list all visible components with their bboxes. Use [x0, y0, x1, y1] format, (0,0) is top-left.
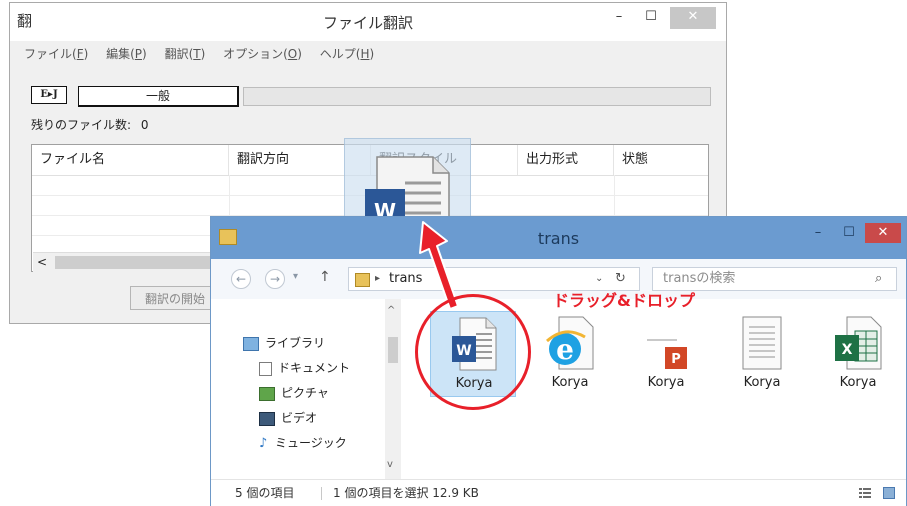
scroll-up-icon[interactable]: ^ — [387, 305, 395, 316]
breadcrumb-path[interactable]: trans — [389, 268, 422, 290]
selection-info: 1 個の項目を選択 12.9 KB — [333, 486, 479, 500]
nav-item-library[interactable]: ライブラリ — [243, 333, 325, 353]
close-button[interactable]: ✕ — [670, 7, 716, 29]
details-view-icon[interactable] — [859, 487, 871, 499]
menu-translate[interactable]: 翻訳(T) — [165, 43, 206, 65]
svg-text:P: P — [671, 352, 681, 367]
nav-item-documents[interactable]: ドキュメント — [259, 358, 350, 378]
breadcrumb-separator: ▸ — [375, 273, 381, 284]
back-button[interactable]: ← — [231, 269, 251, 289]
remaining-files: 残りのファイル数: 0 — [31, 116, 149, 133]
library-icon — [243, 336, 259, 351]
up-icon[interactable]: ↑ — [319, 269, 331, 285]
file-item-excel[interactable]: X Korya — [815, 311, 901, 397]
svg-text:X: X — [842, 342, 853, 358]
nav-item-videos[interactable]: ビデオ — [259, 408, 317, 428]
file-item-ie[interactable]: e Korya — [527, 311, 613, 397]
file-name: Korya — [647, 375, 685, 390]
remaining-label: 残りのファイル数: — [31, 118, 132, 132]
scroll-thumb[interactable] — [55, 256, 235, 269]
explorer-close-button[interactable]: ✕ — [865, 223, 901, 243]
svg-text:e: e — [556, 333, 574, 366]
menu-bar: ファイル(F) 編集(P) 翻訳(T) オプション(O) ヘルプ(H) — [10, 43, 726, 65]
nav-item-music[interactable]: ♪ ミュージック — [259, 433, 347, 453]
large-icons-view-icon[interactable] — [883, 487, 895, 499]
nav-item-pictures[interactable]: ピクチャ — [259, 383, 329, 403]
music-icon: ♪ — [259, 435, 268, 451]
maximize-button[interactable]: ☐ — [638, 7, 664, 29]
start-translation-button[interactable]: 翻訳の開始 — [130, 286, 220, 310]
file-item-text[interactable]: Korya — [719, 311, 805, 397]
video-icon — [259, 411, 275, 426]
scroll-down-icon[interactable]: v — [387, 459, 393, 470]
menu-help[interactable]: ヘルプ(H) — [320, 43, 374, 65]
explorer-minimize-button[interactable]: – — [805, 223, 831, 245]
minimize-button[interactable]: – — [606, 7, 632, 29]
column-filename[interactable]: ファイル名 — [32, 145, 229, 175]
highlight-circle — [415, 294, 531, 410]
search-icon[interactable]: ⌕ — [875, 268, 882, 290]
powerpoint-icon: P — [647, 339, 687, 369]
text-file-icon — [742, 316, 782, 370]
drag-drop-label: ドラッグ&ドロップ — [553, 291, 695, 310]
scroll-thumb[interactable] — [388, 337, 398, 363]
progress-bar — [243, 87, 711, 106]
recent-dropdown-icon[interactable]: ▾ — [293, 271, 298, 282]
remaining-count: 0 — [140, 118, 149, 132]
folder-icon — [355, 273, 370, 287]
nav-scrollbar[interactable]: ^ v — [385, 299, 401, 479]
menu-file[interactable]: ファイル(F) — [24, 43, 88, 65]
explorer-title: trans — [537, 229, 580, 248]
forward-button[interactable]: → — [265, 269, 285, 289]
navigation-pane: ライブラリ ドキュメント ピクチャ ビデオ ♪ ミュージック ^ v — [211, 299, 401, 479]
column-format[interactable]: 出力形式 — [518, 145, 614, 175]
file-name: Korya — [551, 375, 589, 390]
mode-field[interactable]: 一般 — [78, 86, 239, 107]
file-name: Korya — [743, 375, 781, 390]
file-item-powerpoint[interactable]: P Korya — [623, 311, 709, 397]
document-icon — [259, 361, 272, 376]
direction-button[interactable]: E▸J — [31, 86, 67, 104]
status-divider — [321, 487, 322, 500]
item-count: 5 個の項目 — [235, 486, 295, 500]
menu-edit[interactable]: 編集(P) — [106, 43, 147, 65]
scroll-left-icon[interactable]: < — [37, 253, 47, 272]
menu-options[interactable]: オプション(O) — [223, 43, 302, 65]
explorer-window: trans – ☐ ✕ ← → ▾ ↑ ▸ trans ⌄ ↻ transの検索… — [210, 216, 907, 506]
ie-icon: e — [546, 316, 594, 370]
status-bar: 5 個の項目 1 個の項目を選択 12.9 KB — [211, 479, 906, 506]
file-name: Korya — [839, 375, 877, 390]
excel-icon: X — [835, 316, 882, 370]
picture-icon — [259, 386, 275, 401]
explorer-maximize-button[interactable]: ☐ — [836, 223, 862, 245]
column-status[interactable]: 状態 — [614, 145, 708, 175]
